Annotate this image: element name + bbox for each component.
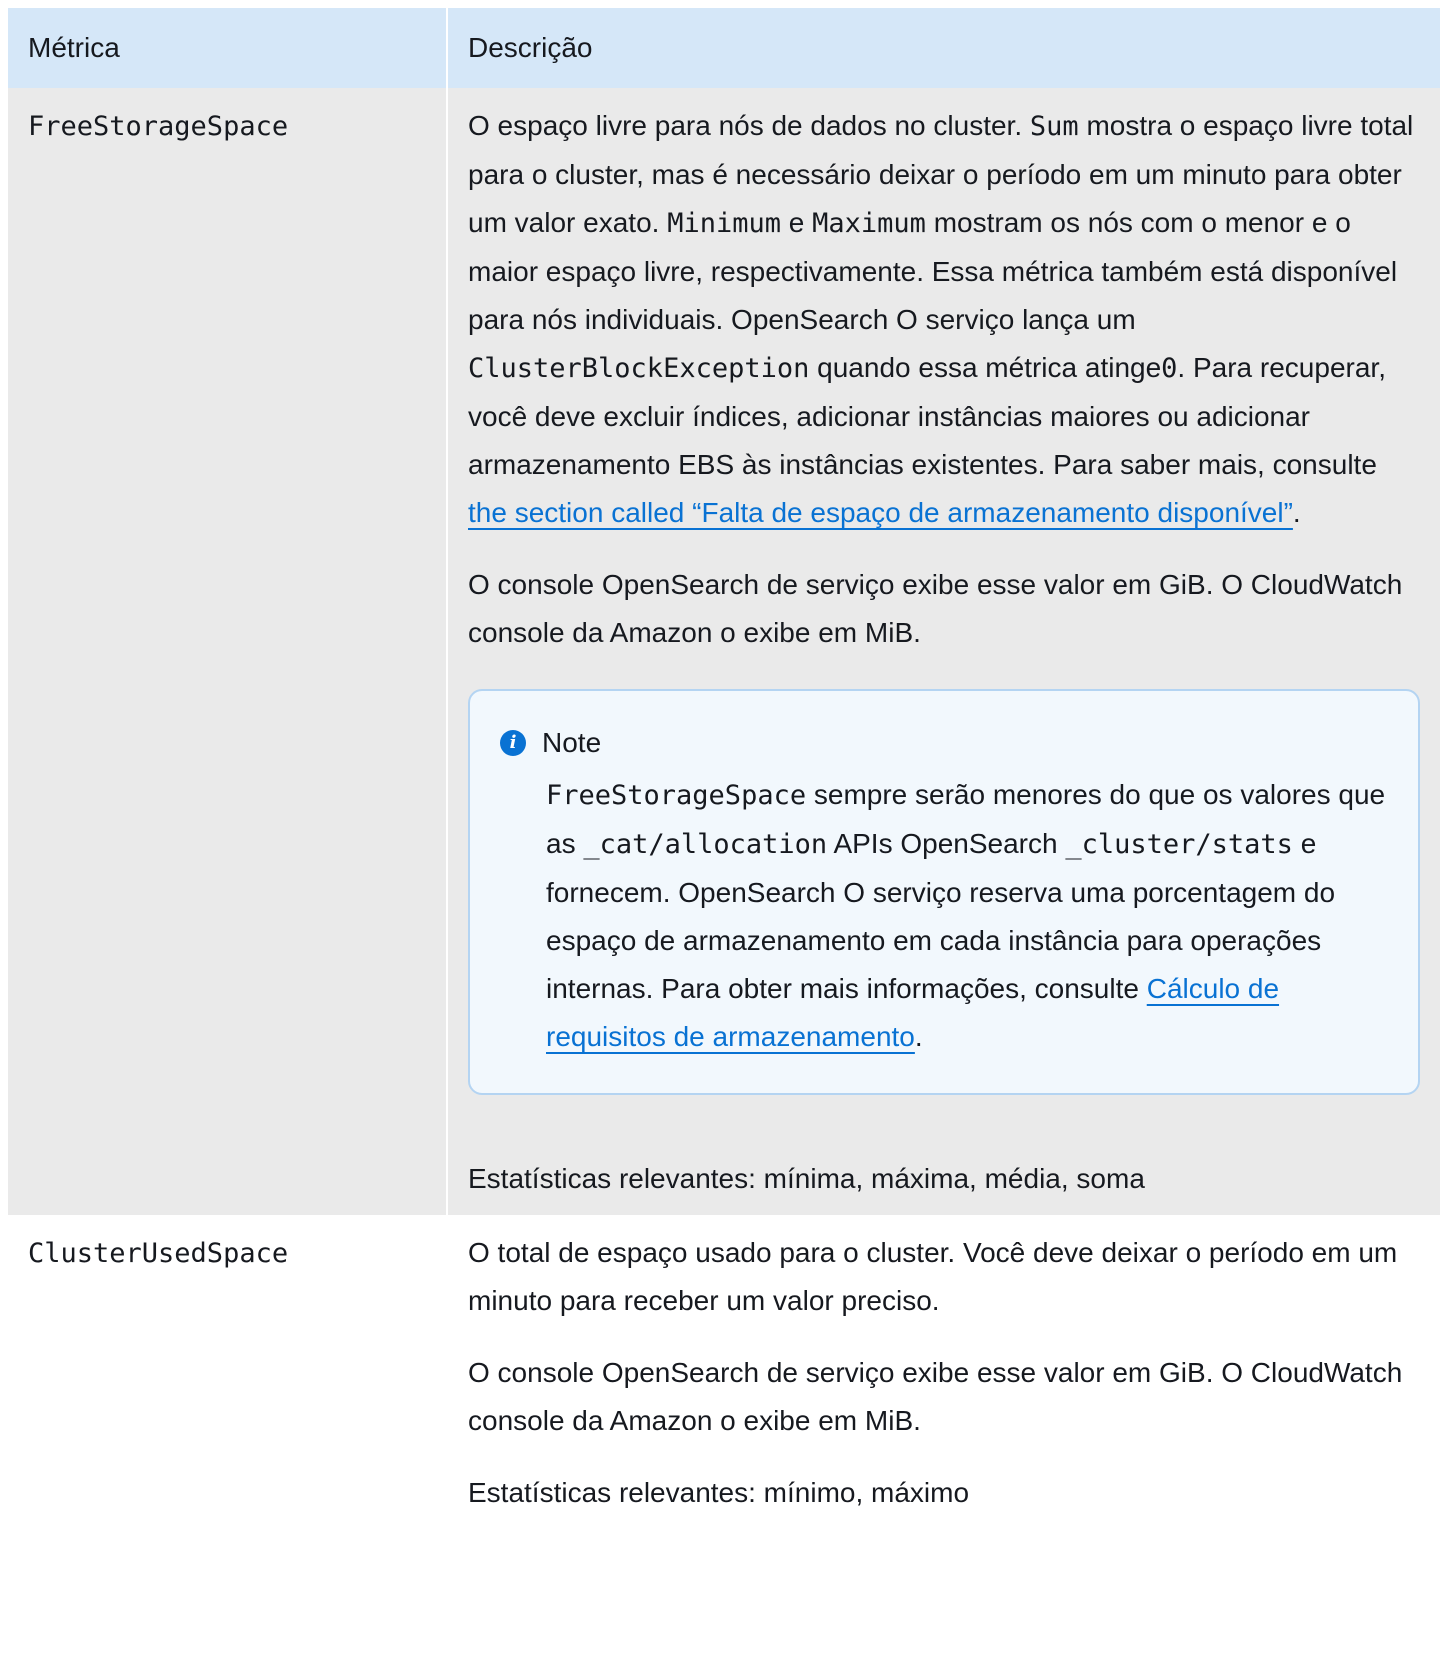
console-units-paragraph: O console OpenSearch de serviço exibe es…	[468, 1357, 1403, 1436]
inline-code: ClusterBlockException	[468, 353, 810, 384]
header-metric: Métrica	[8, 8, 448, 88]
inline-code: Minimum	[667, 208, 781, 239]
text-segment: .	[1292, 497, 1301, 528]
inline-code: Sum	[1029, 111, 1079, 142]
header-description: Descrição	[447, 8, 1440, 88]
inline-code: Maximum	[812, 208, 926, 239]
table-header-row: Métrica Descrição	[8, 8, 1440, 88]
table-row: ClusterUsedSpace O total de espaço usado…	[8, 1215, 1440, 1529]
inline-code: FreeStorageSpace	[546, 780, 807, 811]
text-segment: e	[788, 207, 805, 238]
text-segment: quando essa métrica atinge	[817, 352, 1162, 383]
text-segment: APIs OpenSearch	[833, 828, 1058, 859]
relevant-statistics: Estatísticas relevantes: mínima, máxima,…	[468, 1163, 1145, 1194]
console-units-paragraph: O console OpenSearch de serviço exibe es…	[468, 569, 1403, 648]
metrics-table: Métrica Descrição FreeStorageSpace O esp…	[8, 8, 1440, 1529]
note-header: i Note	[500, 719, 1388, 767]
description-cell: O total de espaço usado para o cluster. …	[447, 1215, 1440, 1529]
metric-cell: FreeStorageSpace	[8, 88, 448, 1215]
description-paragraph: O total de espaço usado para o cluster. …	[468, 1237, 1398, 1316]
inline-code: _cat/allocation	[583, 829, 828, 860]
info-circle-icon: i	[500, 730, 526, 756]
inline-code: 0	[1161, 353, 1178, 384]
note-title: Note	[542, 727, 602, 758]
inline-code: _cluster/stats	[1065, 829, 1293, 860]
description-cell: O espaço livre para nós de dados no clus…	[447, 88, 1440, 1215]
metric-name: FreeStorageSpace	[28, 111, 289, 142]
text-segment: O espaço livre para nós de dados no clus…	[468, 110, 1023, 141]
table-row: FreeStorageSpace O espaço livre para nós…	[8, 88, 1440, 1215]
metric-cell: ClusterUsedSpace	[8, 1215, 448, 1529]
storage-space-section-link[interactable]: the section called “Falta de espaço de a…	[468, 497, 1293, 528]
note-body: FreeStorageSpace sempre serão menores do…	[500, 771, 1388, 1061]
relevant-statistics: Estatísticas relevantes: mínimo, máximo	[468, 1477, 970, 1508]
description-paragraph: O espaço livre para nós de dados no clus…	[468, 102, 1420, 537]
note-box: i Note FreeStorageSpace sempre serão men…	[468, 689, 1420, 1095]
text-segment: .	[914, 1021, 923, 1052]
metric-name: ClusterUsedSpace	[28, 1238, 289, 1269]
